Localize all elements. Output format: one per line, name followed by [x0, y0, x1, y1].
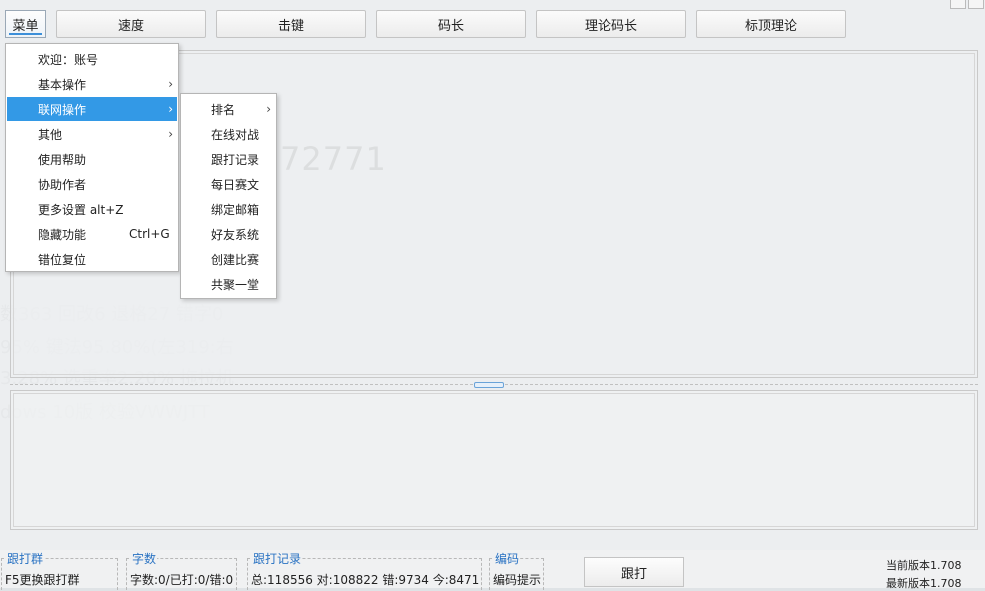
status-group-value[interactable]: F5更换跟打群 — [5, 571, 80, 588]
code-length-button[interactable]: 码长 — [376, 10, 526, 38]
menu-item-help[interactable]: 使用帮助 — [7, 147, 177, 171]
submenu-item-gathering[interactable]: 共聚一堂 — [182, 272, 275, 296]
standard-theory-button[interactable]: 标顶理论 — [696, 10, 846, 38]
main-menu: 欢迎：账号 基本操作 › 联网操作 › 其他 › 使用帮助 协助作者 更多设置 … — [5, 43, 179, 272]
typing-input-area[interactable] — [10, 390, 978, 530]
menu-item-welcome[interactable]: 欢迎：账号 — [7, 47, 177, 71]
panel-splitter[interactable] — [10, 382, 978, 388]
window-close-icon[interactable] — [968, 0, 984, 9]
status-group-title: 跟打记录 — [252, 552, 303, 566]
splitter-handle-icon[interactable] — [474, 382, 504, 388]
status-group-typing-group: 跟打群 F5更换跟打群 — [1, 553, 118, 590]
online-ops-submenu: 排名 › 在线对战 跟打记录 每日赛文 绑定邮箱 好友系统 创建比赛 共聚一堂 — [180, 93, 277, 299]
status-group-title: 编码 — [494, 552, 521, 566]
top-toolbar: 菜单 速度 击键 码长 理论码长 标顶理论 — [0, 0, 985, 44]
submenu-item-online-battle[interactable]: 在线对战 — [182, 122, 275, 146]
status-group-value: 编码提示 — [493, 573, 542, 587]
menu-item-other[interactable]: 其他 › — [7, 122, 177, 146]
menu-item-assist-author[interactable]: 协助作者 — [7, 172, 177, 196]
chevron-right-icon: › — [266, 102, 271, 116]
follow-typing-button[interactable]: 跟打 — [584, 557, 684, 587]
status-group-encoding: 编码 编码提示 — [489, 553, 544, 590]
menu-item-reset-position[interactable]: 错位复位 — [7, 247, 177, 271]
menu-item-hidden-features[interactable]: 隐藏功能 Ctrl+G — [7, 222, 177, 246]
submenu-item-bind-email[interactable]: 绑定邮箱 — [182, 197, 275, 221]
menu-item-basic-ops[interactable]: 基本操作 › — [7, 72, 177, 96]
status-group-title: 跟打群 — [6, 552, 45, 566]
latest-version: 最新版本1.708 — [886, 577, 962, 590]
status-group-title: 字数 — [131, 552, 158, 566]
status-group-typing-record: 跟打记录 总:118556 对:108822 错:9734 今:8471 — [247, 553, 482, 590]
submenu-item-typing-records[interactable]: 跟打记录 — [182, 147, 275, 171]
status-group-word-count: 字数 字数:0/已打:0/错:0 — [126, 553, 237, 590]
theoretical-code-length-button[interactable]: 理论码长 — [536, 10, 686, 38]
shortcut-label: Ctrl+G — [129, 227, 170, 241]
menu-item-online-ops[interactable]: 联网操作 › — [7, 97, 177, 121]
menu-item-more-settings[interactable]: 更多设置 alt+Z — [7, 197, 177, 221]
submenu-item-ranking[interactable]: 排名 › — [182, 97, 275, 121]
submenu-item-create-match[interactable]: 创建比赛 — [182, 247, 275, 271]
status-group-value: 总:118556 对:108822 错:9734 今:8471 — [251, 573, 480, 587]
current-version: 当前版本1.708 — [886, 559, 962, 572]
speed-button[interactable]: 速度 — [56, 10, 206, 38]
menu-button[interactable]: 菜单 — [5, 10, 46, 38]
chevron-right-icon: › — [168, 102, 173, 116]
submenu-item-friends[interactable]: 好友系统 — [182, 222, 275, 246]
chevron-right-icon: › — [168, 127, 173, 141]
window-minimize-icon[interactable] — [950, 0, 966, 9]
status-group-value: 字数:0/已打:0/错:0 — [130, 573, 234, 587]
keystroke-button[interactable]: 击键 — [216, 10, 366, 38]
chevron-right-icon: › — [168, 77, 173, 91]
status-bar: 跟打群 F5更换跟打群 字数 字数:0/已打:0/错:0 跟打记录 总:1185… — [0, 550, 985, 590]
submenu-item-daily-article[interactable]: 每日赛文 — [182, 172, 275, 196]
